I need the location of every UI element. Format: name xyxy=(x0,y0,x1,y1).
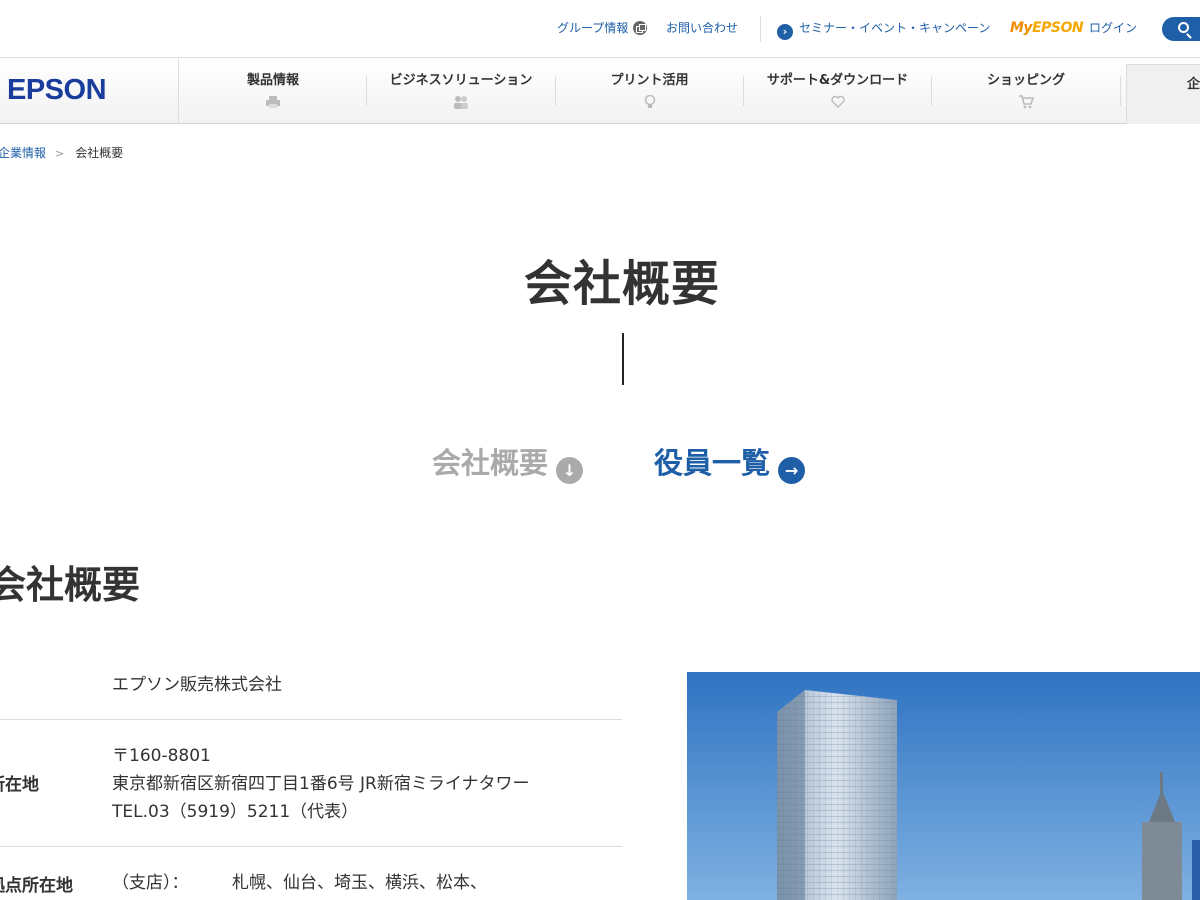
branch-cities: 札幌、仙台、埼玉、横浜、松本、 xyxy=(232,873,487,893)
search-icon xyxy=(1178,22,1189,33)
chevron-right-icon: › xyxy=(777,24,793,40)
utility-bar: グループ情報 お問い合わせ › セミナー・イベント・キャンペーン MyEPSON … xyxy=(0,0,1200,58)
address-value: 〒160-8801 東京都新宿区新宿四丁目1番6号 JR新宿ミライナタワー TE… xyxy=(112,742,530,826)
anchor-company-overview[interactable]: 会社概要 ↓ xyxy=(432,443,584,484)
company-name-value: エプソン販売株式会社 xyxy=(112,675,282,695)
nav-item-label: 企業情報 xyxy=(1187,77,1200,92)
breadcrumb-separator-icon: > xyxy=(55,147,65,160)
printer-icon xyxy=(265,95,281,109)
info-row-branch-locations: 拠点所在地 （支店）： 札幌、仙台、埼玉、横浜、松本、 xyxy=(0,847,622,900)
group-info-link[interactable]: グループ情報 xyxy=(557,20,648,36)
nav-item-label: 製品情報 xyxy=(246,73,299,88)
nav-item-label: プリント活用 xyxy=(610,73,689,88)
global-nav: EPSON 製品情報 ビジネスソリューション プリント活用 サポート&ダウンロー… xyxy=(0,58,1200,124)
section-title: 会社概要 xyxy=(0,563,141,607)
seminar-link[interactable]: › セミナー・イベント・キャンペーン xyxy=(777,20,990,40)
epson-logo-text: EPSON xyxy=(7,74,107,106)
breadcrumb-current: 会社概要 xyxy=(75,146,124,160)
myepson-logo[interactable]: MyEPSON xyxy=(1010,18,1084,38)
branch-type-label: （支店）： xyxy=(112,873,189,893)
nav-item-support-download[interactable]: サポート&ダウンロード xyxy=(744,58,931,124)
nav-item-label: ビジネスソリューション xyxy=(389,73,533,88)
search-button[interactable] xyxy=(1162,17,1200,41)
street-address: 東京都新宿区新宿四丁目1番6号 JR新宿ミライナタワー xyxy=(112,774,530,794)
info-row-company-name: エプソン販売株式会社 xyxy=(0,660,622,720)
login-link[interactable]: ログイン xyxy=(1089,20,1137,36)
nav-item-print-use[interactable]: プリント活用 xyxy=(556,58,743,124)
phone-number: TEL.03（5919）5211（代表） xyxy=(112,802,359,822)
seminar-label: セミナー・イベント・キャンペーン xyxy=(799,21,991,35)
postal-code: 〒160-8801 xyxy=(112,746,211,766)
nav-item-shopping[interactable]: ショッピング xyxy=(932,58,1120,124)
nav-item-products[interactable]: 製品情報 xyxy=(180,58,366,124)
info-row-address: 所在地 〒160-8801 東京都新宿区新宿四丁目1番6号 JR新宿ミライナタワ… xyxy=(0,720,622,847)
page-title: 会社概要 xyxy=(523,256,720,312)
group-info-label: グループ情報 xyxy=(557,21,629,35)
cart-icon xyxy=(1018,95,1035,109)
external-link-icon xyxy=(633,21,648,35)
arrow-down-circle-icon: ↓ xyxy=(556,457,584,484)
anchor-label: 役員一覧 xyxy=(654,446,771,480)
epson-logo[interactable]: EPSON xyxy=(0,58,179,124)
breadcrumb: 企業情報 > 会社概要 xyxy=(0,145,123,162)
lightbulb-icon xyxy=(642,94,658,109)
nav-item-corporate-active[interactable]: 企業情報 xyxy=(1126,64,1200,124)
arrow-right-circle-icon: → xyxy=(778,457,806,484)
anchor-officers-list[interactable]: 役員一覧 → xyxy=(654,443,806,484)
headquarters-building-photo xyxy=(687,672,1200,900)
title-divider-line xyxy=(622,333,624,385)
heart-icon xyxy=(830,95,846,109)
breadcrumb-parent-link[interactable]: 企業情報 xyxy=(0,146,46,160)
branch-locations-label: 拠点所在地 xyxy=(0,876,73,896)
address-label: 所在地 xyxy=(0,775,39,795)
building-illustration xyxy=(687,672,1200,900)
contact-link[interactable]: お問い合わせ xyxy=(666,20,738,36)
anchor-label: 会社概要 xyxy=(432,446,549,480)
myepson-logo-my: My xyxy=(1010,20,1033,36)
divider xyxy=(760,16,761,42)
nav-item-label: ショッピング xyxy=(986,73,1065,88)
nav-item-label: サポート&ダウンロード xyxy=(766,73,909,88)
nav-divider xyxy=(1120,76,1121,106)
nav-item-business-solutions[interactable]: ビジネスソリューション xyxy=(367,58,555,124)
people-icon xyxy=(453,95,469,109)
myepson-logo-epson: EPSON xyxy=(1032,20,1084,36)
